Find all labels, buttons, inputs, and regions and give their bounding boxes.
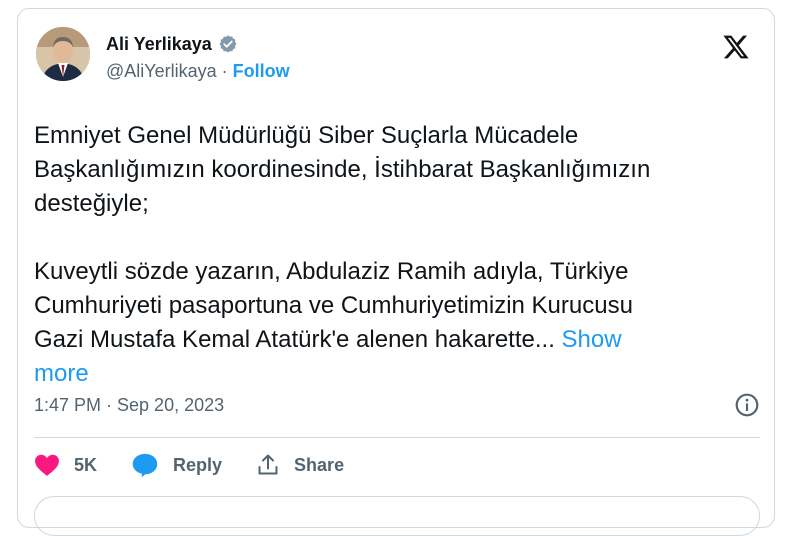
avatar[interactable] xyxy=(36,27,90,81)
author-name[interactable]: Ali Yerlikaya xyxy=(106,34,212,55)
info-icon[interactable] xyxy=(734,392,760,418)
author-handle[interactable]: @AliYerlikaya xyxy=(106,61,217,82)
heart-icon xyxy=(35,454,59,476)
reply-box[interactable] xyxy=(34,496,760,536)
speech-bubble-icon xyxy=(132,453,158,478)
tweet-card: Ali Yerlikaya @AliYerlikaya · Follow Emn… xyxy=(17,8,775,536)
reply-button[interactable]: Reply xyxy=(131,452,222,478)
like-count: 5K xyxy=(74,454,98,475)
divider xyxy=(34,437,760,438)
verified-badge-icon xyxy=(218,34,238,54)
follow-button[interactable]: Follow xyxy=(233,61,290,82)
avatar-image xyxy=(36,27,90,81)
share-button[interactable]: Share xyxy=(256,453,344,477)
tweet-text: Emniyet Genel Müdürlüğü Siber Suçlarla M… xyxy=(34,122,651,353)
x-logo-icon[interactable] xyxy=(722,33,750,61)
tweet-timestamp[interactable]: 1:47 PM · Sep 20, 2023 xyxy=(34,395,224,416)
tweet-meta: 1:47 PM · Sep 20, 2023 xyxy=(34,392,760,418)
author-block: Ali Yerlikaya @AliYerlikaya · Follow xyxy=(106,31,290,82)
tweet-body: Emniyet Genel Müdürlüğü Siber Suçlarla M… xyxy=(34,119,754,391)
share-label: Share xyxy=(294,454,345,475)
separator-dot: · xyxy=(221,61,228,81)
action-bar: 5K Reply Share xyxy=(34,452,378,478)
like-button[interactable]: 5K xyxy=(34,453,97,477)
share-upload-icon xyxy=(258,454,278,475)
reply-label: Reply xyxy=(173,454,223,475)
